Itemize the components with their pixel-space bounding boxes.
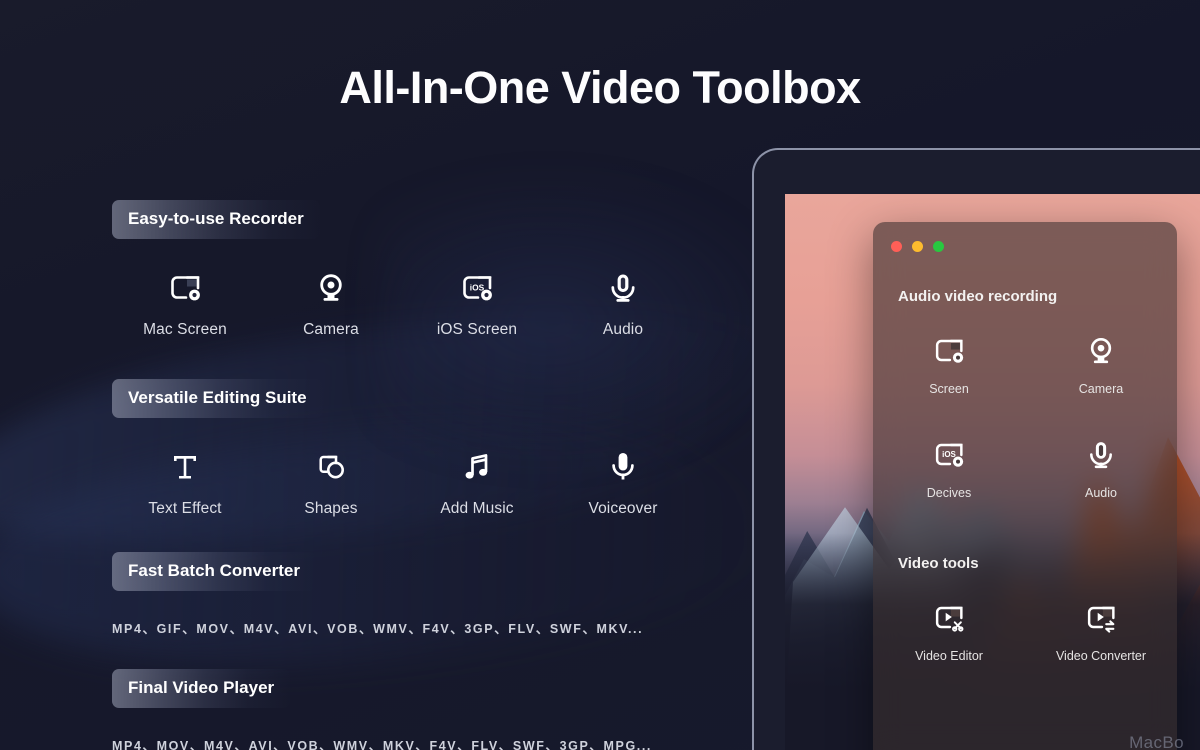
feature-item-ios-screen[interactable]: iOS iOS Screen <box>404 266 550 339</box>
app-section-title-video-tools: Video tools <box>898 555 979 572</box>
app-item-label: Decives <box>926 486 972 500</box>
section-title-player: Final Video Player <box>112 669 291 708</box>
app-window: Audio video recording Screen Camera iOS … <box>873 222 1177 750</box>
feature-item-audio[interactable]: Audio <box>550 266 696 339</box>
window-traffic-lights <box>891 241 944 252</box>
laptop-screen: Audio video recording Screen Camera iOS … <box>785 194 1200 750</box>
app-recording-grid: Screen Camera iOS Decives Audio <box>873 330 1177 500</box>
feature-item-label: iOS Screen <box>436 321 518 338</box>
app-item-label: Video Converter <box>1055 649 1147 663</box>
app-item-label: Video Editor <box>915 649 983 663</box>
video-editor-icon <box>930 597 968 639</box>
app-item-video-editor[interactable]: Video Editor <box>873 597 1025 663</box>
ios-screen-record-icon: iOS <box>457 266 497 310</box>
feature-section-player: Final Video Player MP4、MOV、M4V、AVI、VOB、W… <box>112 669 712 750</box>
section-title-converter: Fast Batch Converter <box>112 552 316 591</box>
webcam-icon <box>311 266 351 310</box>
app-item-video-converter[interactable]: Video Converter <box>1025 597 1177 663</box>
feature-item-text-effect[interactable]: Text Effect <box>112 445 258 518</box>
feature-section-recorder: Easy-to-use Recorder Mac Screen Camera i… <box>112 200 712 339</box>
mac-screen-record-icon <box>930 330 968 372</box>
feature-section-editing: Versatile Editing Suite Text Effect Shap… <box>112 379 712 518</box>
minimize-icon[interactable] <box>912 241 923 252</box>
zoom-icon[interactable] <box>933 241 944 252</box>
feature-item-label: Shapes <box>304 500 358 517</box>
section-title-editing: Versatile Editing Suite <box>112 379 323 418</box>
app-item-devices[interactable]: iOS Decives <box>873 434 1025 500</box>
section-title-recorder: Easy-to-use Recorder <box>112 200 320 239</box>
feature-item-shapes[interactable]: Shapes <box>258 445 404 518</box>
microphone-icon <box>1082 434 1120 476</box>
player-format-list: MP4、MOV、M4V、AVI、VOB、WMV、MKV、F4V、FLV、SWF、… <box>112 739 652 750</box>
close-icon[interactable] <box>891 241 902 252</box>
svg-text:iOS: iOS <box>470 282 485 292</box>
app-section-title-recording: Audio video recording <box>898 288 1058 305</box>
editing-icon-row: Text Effect Shapes Add Music Voiceover <box>112 445 712 518</box>
app-video-tools-grid: Video Editor Video Converter <box>873 597 1177 663</box>
app-item-label: Screen <box>929 382 969 396</box>
feature-item-label: Add Music <box>440 500 514 517</box>
feature-item-label: Mac Screen <box>143 321 227 338</box>
feature-item-label: Camera <box>303 321 359 338</box>
microphone-icon <box>603 445 643 489</box>
feature-item-mac-screen[interactable]: Mac Screen <box>112 266 258 339</box>
recorder-icon-row: Mac Screen Camera iOS iOS Screen Audio <box>112 266 712 339</box>
watermark: MacBo <box>1129 733 1184 750</box>
converter-format-list: MP4、GIF、MOV、M4V、AVI、VOB、WMV、F4V、3GP、FLV、… <box>112 622 644 636</box>
app-item-label: Audio <box>1085 486 1117 500</box>
feature-item-camera[interactable]: Camera <box>258 266 404 339</box>
app-item-label: Camera <box>1078 382 1124 396</box>
app-item-audio[interactable]: Audio <box>1025 434 1177 500</box>
mac-screen-record-icon <box>165 266 205 310</box>
webcam-icon <box>1082 330 1120 372</box>
ios-screen-record-icon: iOS <box>930 434 968 476</box>
feature-item-voiceover[interactable]: Voiceover <box>550 445 696 518</box>
app-item-screen[interactable]: Screen <box>873 330 1025 396</box>
microphone-icon <box>603 266 643 310</box>
feature-item-add-music[interactable]: Add Music <box>404 445 550 518</box>
page-title: All-In-One Video Toolbox <box>339 62 861 113</box>
feature-item-label: Text Effect <box>148 500 222 517</box>
music-note-icon <box>457 445 497 489</box>
shapes-icon <box>311 445 351 489</box>
feature-item-label: Voiceover <box>588 500 658 517</box>
laptop-device: Audio video recording Screen Camera iOS … <box>752 148 1200 750</box>
feature-section-converter: Fast Batch Converter MP4、GIF、MOV、M4V、AVI… <box>112 552 712 637</box>
svg-text:iOS: iOS <box>942 450 956 459</box>
feature-item-label: Audio <box>602 321 644 338</box>
app-item-camera[interactable]: Camera <box>1025 330 1177 396</box>
feature-list: Easy-to-use Recorder Mac Screen Camera i… <box>112 200 712 750</box>
video-converter-icon <box>1082 597 1120 639</box>
text-t-icon <box>165 445 205 489</box>
